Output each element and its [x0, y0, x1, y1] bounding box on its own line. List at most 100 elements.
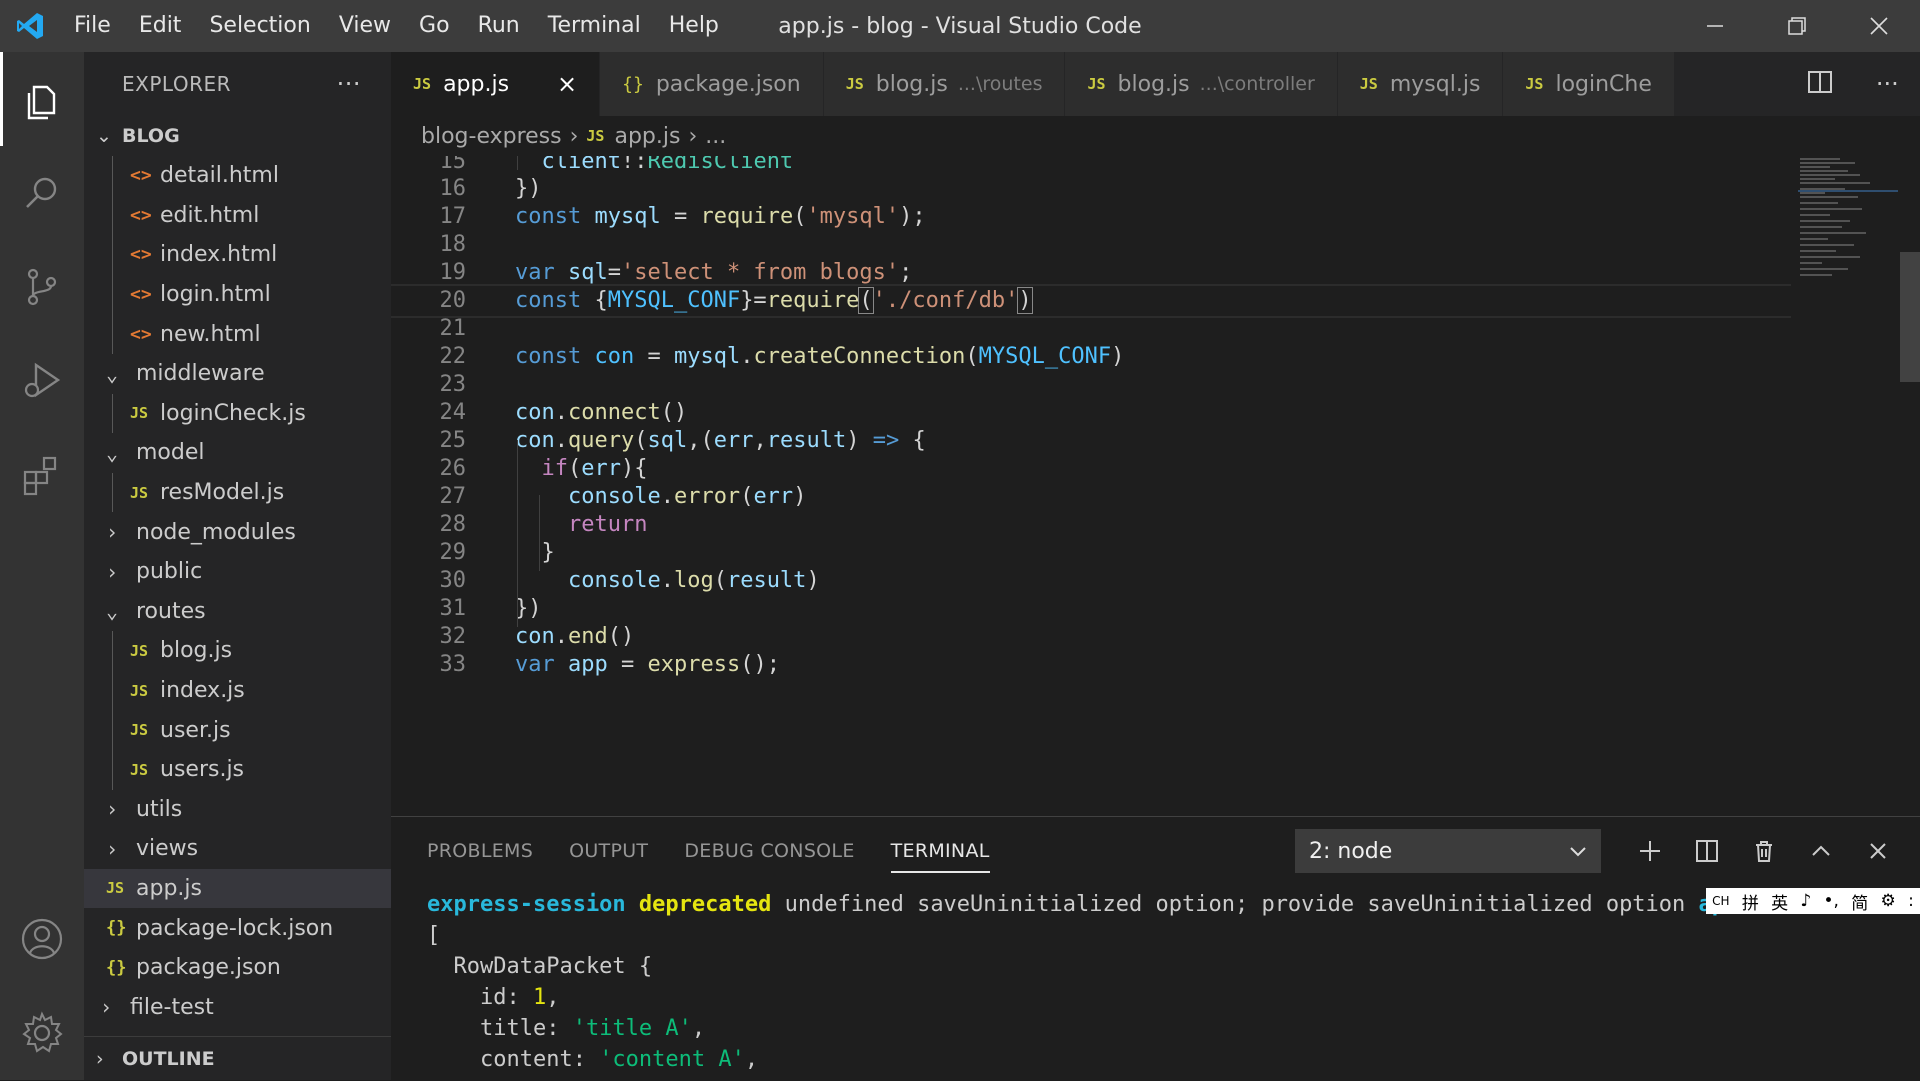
extensions-icon[interactable] — [0, 428, 84, 522]
outline-section-header[interactable]: › OUTLINE — [84, 1036, 391, 1080]
tab-blog-js[interactable]: JS blog.js ...\routes — [823, 52, 1066, 116]
tab-mysql-js[interactable]: JS mysql.js — [1337, 52, 1504, 116]
menu-edit[interactable]: Edit — [125, 0, 196, 52]
chevron-right-icon: › — [106, 520, 119, 545]
new-terminal-icon[interactable] — [1621, 839, 1678, 863]
tree-item[interactable]: JS users.js — [84, 749, 391, 790]
editor-scrollbar[interactable] — [1898, 156, 1920, 816]
tree-item[interactable]: › file-test — [84, 987, 391, 1027]
tab-package-json[interactable]: {} package.json — [600, 52, 824, 116]
tree-item[interactable]: JS blog.js — [84, 631, 391, 671]
trash-icon[interactable] — [1735, 839, 1792, 863]
more-actions-icon[interactable]: ··· — [337, 70, 391, 98]
split-editor-icon[interactable] — [1807, 69, 1833, 99]
tree-item[interactable]: JS user.js — [84, 710, 391, 750]
panel-tab-problems[interactable]: PROBLEMS — [427, 817, 533, 885]
split-terminal-icon[interactable] — [1678, 839, 1735, 863]
tree-item-label: utils — [136, 796, 183, 822]
tree-item-label: public — [136, 559, 203, 585]
ime-item[interactable]: : — [1908, 891, 1914, 911]
menu-go[interactable]: Go — [405, 0, 464, 52]
tree-item[interactable]: › utils — [84, 790, 391, 830]
tree-item[interactable]: › public — [84, 552, 391, 592]
chevron-right-icon: › — [106, 797, 119, 822]
terminal-output[interactable]: express-session deprecated undefined sav… — [427, 889, 1907, 1075]
menu-view[interactable]: View — [325, 0, 405, 52]
scrollbar-thumb[interactable] — [1900, 252, 1920, 382]
line-number: 16 — [439, 176, 467, 202]
ime-item[interactable]: 英 — [1771, 889, 1788, 914]
indent-guide — [112, 670, 113, 711]
line-number: 29 — [439, 539, 467, 565]
ime-item[interactable]: ♪ — [1800, 891, 1811, 911]
close-window-button[interactable] — [1838, 0, 1920, 52]
terminal-select[interactable]: 2: node — [1295, 829, 1601, 873]
workspace-section-header[interactable]: ⌄ BLOG — [84, 116, 391, 156]
tree-item[interactable]: › node_modules — [84, 512, 391, 552]
tree-item[interactable]: <> new.html — [84, 314, 391, 354]
menu-terminal[interactable]: Terminal — [534, 0, 655, 52]
tree-item[interactable]: {} package.json — [84, 948, 391, 988]
breadcrumb-more[interactable]: ... — [705, 124, 726, 149]
tree-item[interactable]: <> edit.html — [84, 195, 391, 236]
run-debug-icon[interactable] — [0, 334, 84, 428]
tree-item[interactable]: JS resModel.js — [84, 472, 391, 513]
maximize-panel-icon[interactable] — [1792, 839, 1849, 863]
breadcrumb-folder[interactable]: blog-express — [421, 124, 562, 149]
close-panel-icon[interactable] — [1849, 839, 1906, 863]
tree-item[interactable]: <> index.html — [84, 235, 391, 275]
js-file-icon: JS — [130, 483, 149, 502]
tree-item[interactable]: JS loginCheck.js — [84, 393, 391, 434]
menu-help[interactable]: Help — [655, 0, 733, 52]
line-number: 26 — [439, 455, 467, 481]
ime-item[interactable]: 简 — [1851, 889, 1868, 914]
tree-item[interactable]: ⌄ middleware — [84, 354, 391, 394]
close-icon[interactable]: × — [557, 70, 577, 98]
breadcrumb-file[interactable]: app.js — [614, 124, 680, 149]
tree-item[interactable]: › views — [84, 829, 391, 869]
line-number: 27 — [439, 483, 467, 509]
tree-item[interactable]: JS index.js — [84, 670, 391, 711]
tree-item-label: views — [136, 836, 199, 862]
ime-toolbar[interactable]: CH 拼英 ♪ •, 简 ⚙: — [1706, 888, 1920, 914]
line-number: 21 — [439, 316, 467, 342]
tab-description: ...\routes — [957, 73, 1043, 95]
settings-gear-icon[interactable] — [0, 986, 84, 1080]
ime-item[interactable]: ⚙ — [1881, 891, 1896, 911]
panel-tab-debug-console[interactable]: DEBUG CONSOLE — [684, 817, 854, 885]
tab-blog-js[interactable]: JS blog.js ...\controller — [1065, 52, 1338, 116]
tree-item[interactable]: <> login.html — [84, 274, 391, 315]
menu-run[interactable]: Run — [464, 0, 534, 52]
tree-item[interactable]: {} package-lock.json — [84, 908, 391, 948]
html-file-icon: <> — [130, 244, 152, 266]
tab-description: ...\controller — [1199, 73, 1315, 95]
js-file-icon: JS — [130, 760, 149, 779]
panel-tab-output[interactable]: OUTPUT — [569, 817, 648, 885]
restore-button[interactable] — [1756, 0, 1838, 52]
tree-item[interactable]: ⌄ model — [84, 433, 391, 473]
line-code: con.connect() — [515, 400, 688, 426]
tab-loginche[interactable]: JS loginChe — [1503, 52, 1675, 116]
menu-file[interactable]: File — [60, 0, 125, 52]
tree-item[interactable]: ⌄ routes — [84, 592, 391, 632]
ime-item[interactable]: •, — [1824, 891, 1839, 911]
panel-tab-terminal[interactable]: TERMINAL — [890, 817, 990, 885]
explorer-icon[interactable] — [0, 52, 84, 146]
line-number: 32 — [439, 623, 467, 649]
minimize-button[interactable] — [1674, 0, 1756, 52]
source-control-icon[interactable] — [0, 240, 84, 334]
indent-guide — [112, 195, 113, 236]
more-editor-actions-icon[interactable]: ··· — [1876, 70, 1899, 98]
tab-app-js[interactable]: JS app.js × — [391, 52, 601, 116]
js-file-icon: JS — [130, 641, 149, 660]
search-icon[interactable] — [0, 146, 84, 240]
tree-item[interactable]: JS app.js — [84, 868, 391, 909]
tree-item[interactable]: <> detail.html — [84, 156, 391, 196]
ime-item[interactable]: 拼 — [1742, 889, 1759, 914]
ime-item[interactable]: CH — [1712, 894, 1729, 908]
code-editor[interactable]: 15 client!:RedisClient 16}) 17 const mysql … — [391, 156, 1920, 816]
menu-selection[interactable]: Selection — [195, 0, 324, 52]
minimap[interactable] — [1798, 156, 1898, 316]
tree-item-label: package-lock.json — [136, 915, 334, 941]
accounts-icon[interactable] — [0, 892, 84, 986]
